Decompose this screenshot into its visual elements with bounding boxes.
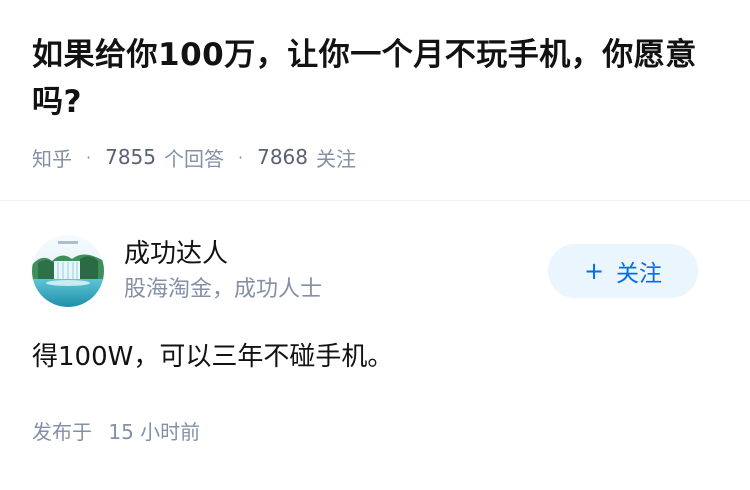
section-divider (0, 200, 750, 201)
author-row: 成功达人 股海淘金，成功人士 + 关注 (32, 232, 698, 310)
follow-button-label: 关注 (616, 261, 663, 287)
meta-separator: · (86, 147, 92, 167)
source-label[interactable]: 知乎 (32, 143, 72, 172)
answer-count-label: 个回答 (164, 146, 224, 171)
answer-count: 7855 (105, 145, 156, 169)
plus-icon: + (583, 257, 605, 285)
question-title[interactable]: 如果给你100万，让你一个月不玩手机，你愿意吗? (32, 32, 718, 126)
answer-card: 成功达人 股海淘金，成功人士 + 关注 得100W，可以三年不碰手机。 发布于 … (32, 232, 698, 445)
publish-info: 发布于 15 小时前 (32, 416, 698, 445)
author-info: 成功达人 股海淘金，成功人士 (124, 236, 548, 306)
answer-content[interactable]: 得100W，可以三年不碰手机。 (32, 338, 698, 376)
publish-time: 15 小时前 (108, 420, 201, 444)
waterfall-landscape-icon (32, 235, 104, 307)
follow-count: 7868 (257, 145, 308, 169)
meta-separator-2: · (238, 147, 244, 167)
follow-count-label: 关注 (316, 146, 356, 171)
avatar[interactable] (32, 235, 104, 307)
question-header: 如果给你100万，让你一个月不玩手机，你愿意吗? 知乎 · 7855 个回答 ·… (0, 0, 750, 172)
author-name[interactable]: 成功达人 (124, 236, 548, 272)
publish-prefix: 发布于 (32, 420, 92, 444)
author-bio: 股海淘金，成功人士 (124, 277, 323, 302)
question-meta: 知乎 · 7855 个回答 · 7868 关注 (32, 142, 718, 172)
follow-button[interactable]: + 关注 (548, 244, 698, 298)
